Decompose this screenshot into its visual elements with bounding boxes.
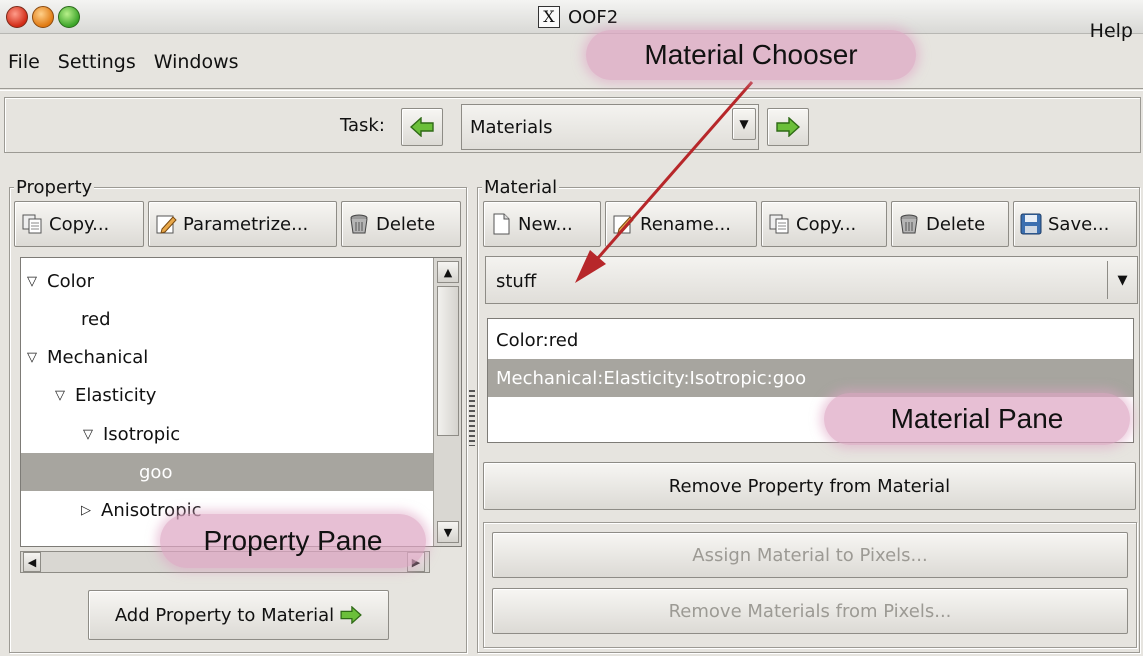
property-pane-callout: Property Pane [160, 514, 426, 568]
material-pane-callout-text: Material Pane [890, 403, 1064, 434]
material-chooser-callout-text: Material Chooser [644, 39, 858, 70]
material-pane-callout: Material Pane [824, 393, 1130, 445]
material-chooser-callout: Material Chooser [586, 30, 916, 80]
oof2-window: X OOF2 File Settings Windows Help Task: … [0, 0, 1143, 656]
property-pane-callout-text: Property Pane [203, 525, 383, 556]
